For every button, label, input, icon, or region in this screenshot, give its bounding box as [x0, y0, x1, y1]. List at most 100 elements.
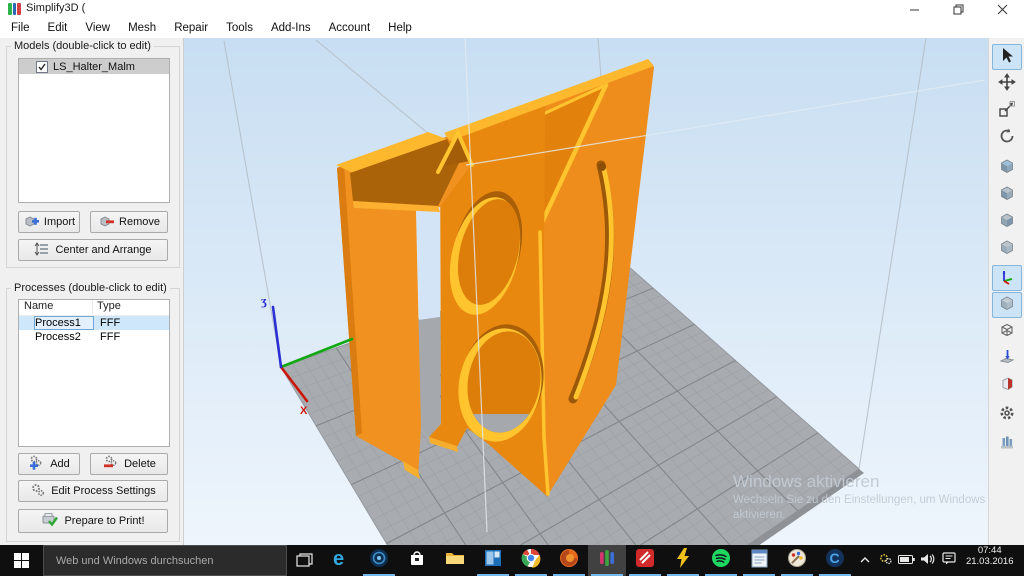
- add-icon: [28, 455, 45, 473]
- taskbar-app-spotify[interactable]: [702, 545, 740, 576]
- model-name-label: LS_Halter_Malm: [53, 61, 135, 73]
- process-list[interactable]: Name Type Process1 FFF Process2 FFF: [18, 299, 170, 447]
- models-list[interactable]: LS_Halter_Malm: [18, 58, 170, 203]
- menu-view[interactable]: View: [76, 20, 119, 36]
- support-structures-button[interactable]: [992, 431, 1022, 457]
- model-list-item[interactable]: LS_Halter_Malm: [19, 59, 169, 74]
- add-process-button[interactable]: Add: [18, 453, 80, 475]
- toggle-wireframe-button[interactable]: [992, 319, 1022, 345]
- view-cube-3-icon: [998, 211, 1016, 234]
- select-tool-button[interactable]: [992, 44, 1022, 70]
- view-cube-2-icon: [998, 184, 1016, 207]
- scale-tool-icon: [998, 100, 1016, 123]
- start-button[interactable]: [0, 545, 43, 576]
- cross-section-button[interactable]: [992, 373, 1022, 399]
- svg-text:C: C: [830, 550, 840, 566]
- model-checkbox[interactable]: [36, 61, 48, 73]
- toggle-axes-button[interactable]: [992, 265, 1022, 291]
- taskbar-app-edge[interactable]: e: [322, 545, 360, 576]
- menu-edit[interactable]: Edit: [39, 20, 77, 36]
- task-view-icon: [296, 553, 313, 568]
- prepare-to-print-button[interactable]: Prepare to Print!: [18, 509, 168, 533]
- viewport-3d[interactable]: XʒWindows aktivierenWechseln Sie zu den …: [184, 38, 988, 545]
- menu-mesh[interactable]: Mesh: [119, 20, 165, 36]
- menu-repair[interactable]: Repair: [165, 20, 217, 36]
- minimize-button[interactable]: [892, 0, 936, 18]
- spotify-icon: [710, 547, 732, 574]
- taskbar-clock[interactable]: 07:44 21.03.2016: [959, 545, 1024, 576]
- remove-button[interactable]: Remove: [90, 211, 168, 233]
- taskbar-app-firefox[interactable]: [550, 545, 588, 576]
- tray-app-icon: [879, 552, 893, 570]
- column-type: Type: [93, 300, 121, 315]
- view-cube-4-button[interactable]: [992, 236, 1022, 262]
- rotate-tool-button[interactable]: [992, 125, 1022, 151]
- view-cube-3-button[interactable]: [992, 209, 1022, 235]
- scale-tool-button[interactable]: [992, 98, 1022, 124]
- cura-icon: C: [824, 547, 846, 574]
- translate-tool-button[interactable]: [992, 71, 1022, 97]
- add-label: Add: [50, 458, 70, 470]
- menu-account[interactable]: Account: [320, 20, 380, 36]
- taskbar-app-chrome[interactable]: [512, 545, 550, 576]
- taskbar-app-cura[interactable]: C: [816, 545, 854, 576]
- taskbar-app-notepad[interactable]: [740, 545, 778, 576]
- process-row-2[interactable]: Process2 FFF: [19, 330, 169, 344]
- taskbar-app-file-explorer[interactable]: [436, 545, 474, 576]
- processes-group: Processes (double-click to edit) Name Ty…: [6, 288, 180, 542]
- process-row-1[interactable]: Process1 FFF: [19, 316, 169, 330]
- system-tray: [854, 545, 959, 576]
- notepad-icon: [750, 548, 769, 574]
- taskbar-app-photos[interactable]: [474, 545, 512, 576]
- view-toolbar: [988, 38, 1024, 545]
- simplify3d-window: Simplify3D ( File Edit View Mesh Repair …: [0, 0, 1024, 576]
- place-on-bed-button[interactable]: [992, 346, 1022, 372]
- taskbar-app-simplify3d[interactable]: [588, 545, 626, 576]
- import-button[interactable]: Import: [18, 211, 80, 233]
- volume-button[interactable]: [917, 545, 938, 576]
- menu-file[interactable]: File: [2, 20, 39, 36]
- action-center-button[interactable]: [938, 545, 959, 576]
- machine-settings-button[interactable]: [992, 402, 1022, 428]
- tray-app-button[interactable]: [875, 545, 896, 576]
- titlebar[interactable]: Simplify3D (: [0, 0, 1024, 18]
- remove-icon: [98, 214, 114, 231]
- center-arrange-label: Center and Arrange: [55, 244, 151, 256]
- process-name[interactable]: Process1: [34, 316, 94, 330]
- models-group-title: Models (double-click to edit): [11, 40, 154, 52]
- menu-addins[interactable]: Add-Ins: [262, 20, 320, 36]
- menu-tools[interactable]: Tools: [217, 20, 262, 36]
- sidebar: Models (double-click to edit) LS_Halter_…: [0, 38, 184, 545]
- taskbar-app-sketchup[interactable]: [626, 545, 664, 576]
- view-cube-1-button[interactable]: [992, 155, 1022, 181]
- delete-process-button[interactable]: Delete: [90, 453, 168, 475]
- battery-button[interactable]: [896, 545, 917, 576]
- edit-process-settings-button[interactable]: Edit Process Settings: [18, 480, 168, 502]
- x-axis-label: X: [300, 405, 308, 417]
- place-on-bed-icon: [998, 348, 1016, 371]
- tray-expand-button[interactable]: [854, 545, 875, 576]
- taskbar-app-store[interactable]: [398, 545, 436, 576]
- minimize-icon: [909, 4, 920, 15]
- watermark-line1: Windows aktivieren: [733, 472, 879, 491]
- cross-section-icon: [998, 375, 1016, 398]
- restore-button[interactable]: [936, 0, 980, 18]
- process-type: FFF: [98, 317, 120, 329]
- taskbar-search-input[interactable]: Web und Windows durchsuchen: [43, 545, 287, 576]
- menu-help[interactable]: Help: [379, 20, 421, 36]
- taskbar-app-slicer[interactable]: [664, 545, 702, 576]
- taskbar-app-media-app[interactable]: [360, 545, 398, 576]
- taskbar-app-paint[interactable]: [778, 545, 816, 576]
- prepare-to-print-label: Prepare to Print!: [64, 515, 144, 527]
- toggle-solid-button[interactable]: [992, 292, 1022, 318]
- center-and-arrange-button[interactable]: Center and Arrange: [18, 239, 168, 261]
- task-view-button[interactable]: [287, 545, 322, 576]
- view-cube-2-button[interactable]: [992, 182, 1022, 208]
- process-name[interactable]: Process2: [35, 331, 93, 343]
- close-button[interactable]: [980, 0, 1024, 18]
- clock-date: 21.03.2016: [959, 556, 1020, 567]
- logo-bar: [13, 3, 17, 15]
- process-list-header: Name Type: [19, 300, 169, 316]
- import-label: Import: [44, 216, 75, 228]
- simplify3d-logo-icon: [8, 3, 21, 15]
